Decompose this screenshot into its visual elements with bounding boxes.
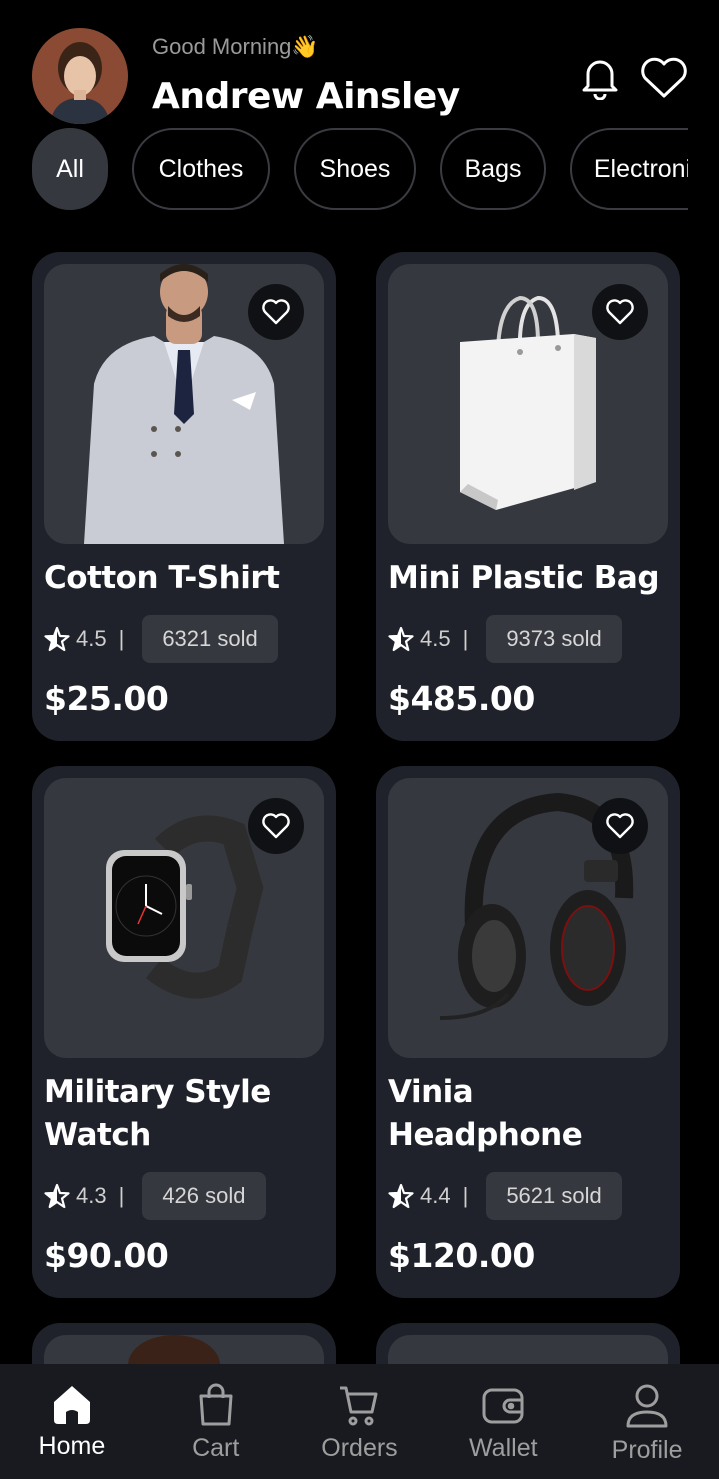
header: Good Morning👋 Andrew Ainsley: [0, 0, 719, 128]
product-rating: 4.5: [420, 626, 451, 651]
chip-bags[interactable]: Bags: [440, 128, 546, 210]
nav-label: Cart: [192, 1434, 240, 1462]
product-rating: 4.3: [76, 1183, 107, 1208]
product-price: $25.00: [44, 679, 169, 718]
star-half-icon: [388, 1183, 414, 1209]
product-grid: Cotton T-Shirt 4.5 | 6321 sold $25.00 Mi…: [32, 252, 680, 1364]
home-icon: [53, 1386, 90, 1424]
avatar[interactable]: [32, 28, 128, 124]
product-meta: 4.5 | 6321 sold: [44, 615, 278, 663]
product-meta: 4.3 | 426 sold: [44, 1172, 266, 1220]
bell-icon[interactable]: [574, 52, 626, 104]
star-half-icon: [388, 626, 414, 652]
favorite-heart-icon[interactable]: [248, 798, 304, 854]
product-name: Military Style Watch: [44, 1074, 271, 1153]
nav-orders[interactable]: Orders: [288, 1364, 432, 1479]
divider: |: [462, 626, 469, 651]
product-meta: 4.4 | 5621 sold: [388, 1172, 622, 1220]
nav-label: Wallet: [469, 1434, 538, 1462]
favorite-heart-icon[interactable]: [592, 798, 648, 854]
bag-icon: [199, 1383, 233, 1426]
product-name: Cotton T-Shirt: [44, 560, 280, 596]
star-half-icon: [44, 1183, 70, 1209]
product-price: $120.00: [388, 1236, 535, 1275]
product-price: $90.00: [44, 1236, 169, 1275]
product-rating: 4.4: [420, 1183, 451, 1208]
divider: |: [118, 1183, 125, 1208]
profile-icon: [626, 1384, 668, 1428]
cart-icon: [340, 1386, 378, 1426]
user-name: Andrew Ainsley: [152, 76, 460, 117]
sold-badge: 9373 sold: [486, 615, 622, 663]
product-name: Vinia Headphone: [388, 1074, 583, 1153]
product-rating: 4.5: [76, 626, 107, 651]
product-card[interactable]: Military Style Watch 4.3 | 426 sold $90.…: [32, 766, 336, 1298]
nav-label: Orders: [321, 1434, 398, 1462]
nav-label: Home: [38, 1432, 106, 1460]
divider: |: [462, 1183, 469, 1208]
product-image: [388, 778, 668, 1058]
category-filter-bar: All Clothes Shoes Bags Electronics: [32, 128, 688, 210]
chip-clothes[interactable]: Clothes: [132, 128, 270, 210]
product-meta: 4.5 | 9373 sold: [388, 615, 622, 663]
product-image: [44, 778, 324, 1058]
product-image: [388, 1335, 668, 1364]
nav-label: Profile: [611, 1436, 683, 1464]
divider: |: [118, 626, 125, 651]
sold-badge: 6321 sold: [142, 615, 278, 663]
favorite-heart-icon[interactable]: [592, 284, 648, 340]
product-card[interactable]: [376, 1323, 680, 1364]
favorite-heart-icon[interactable]: [248, 284, 304, 340]
chip-shoes[interactable]: Shoes: [294, 128, 416, 210]
product-card[interactable]: Mini Plastic Bag 4.5 | 9373 sold $485.00: [376, 252, 680, 741]
product-price: $485.00: [388, 679, 535, 718]
nav-profile[interactable]: Profile: [575, 1364, 719, 1479]
chip-all[interactable]: All: [32, 128, 108, 210]
product-card[interactable]: [32, 1323, 336, 1364]
greeting-text: Good Morning👋: [152, 34, 319, 59]
product-card[interactable]: Cotton T-Shirt 4.5 | 6321 sold $25.00: [32, 252, 336, 741]
product-image: [44, 1335, 324, 1364]
bottom-navigation: Home Cart Orders Wallet Profile: [0, 1364, 719, 1479]
product-name: Mini Plastic Bag: [388, 560, 660, 596]
chip-electronics[interactable]: Electronics: [570, 128, 688, 210]
nav-cart[interactable]: Cart: [144, 1364, 288, 1479]
star-half-icon: [44, 626, 70, 652]
product-image: [44, 264, 324, 544]
product-image: [388, 264, 668, 544]
sold-badge: 5621 sold: [486, 1172, 622, 1220]
nav-wallet[interactable]: Wallet: [431, 1364, 575, 1479]
heart-icon[interactable]: [638, 52, 690, 104]
nav-home[interactable]: Home: [0, 1364, 144, 1479]
wallet-icon: [482, 1388, 524, 1424]
sold-badge: 426 sold: [142, 1172, 266, 1220]
product-card[interactable]: Vinia Headphone 4.4 | 5621 sold $120.00: [376, 766, 680, 1298]
